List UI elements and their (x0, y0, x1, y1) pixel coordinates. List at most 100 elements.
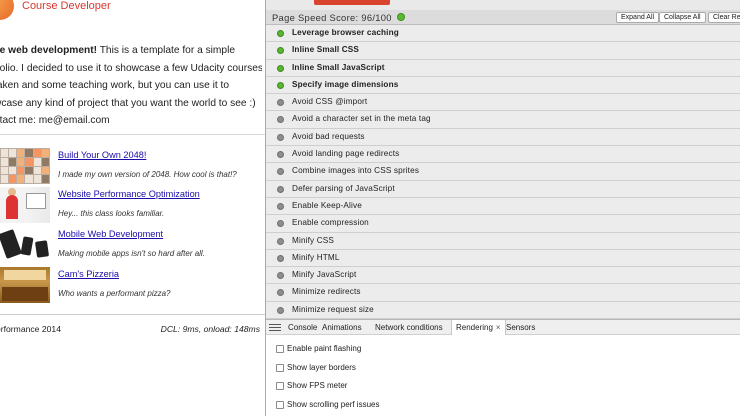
bio-line: ve web development! This is a template f… (0, 42, 262, 60)
rule-label: Minimize redirects (292, 287, 361, 297)
pagespeed-rule-list: Leverage browser caching Inline Small CSS… (266, 25, 740, 320)
project-item: Mobile Web Development Making mobile app… (0, 227, 265, 267)
footer-timing: DCL: 9ms, onload: 148ms (160, 324, 260, 334)
bio-line: ntact me: me@email.com (0, 112, 262, 130)
rule-label: Avoid CSS @import (292, 97, 368, 107)
option-checkbox[interactable] (276, 345, 284, 353)
bio-text: wcase any kind of project that you want … (0, 97, 256, 109)
close-icon[interactable]: × (496, 323, 501, 332)
project-thumbnail-pizzeria[interactable] (0, 267, 50, 303)
rule-label: Defer parsing of JavaScript (292, 183, 395, 193)
bio-line: taken and some teaching work, but you ca… (0, 77, 262, 95)
pass-status-icon (277, 47, 284, 55)
pagespeed-rule-row[interactable]: Avoid a character set in the meta tag (266, 111, 740, 129)
score-status-icon (397, 13, 405, 21)
pagespeed-rule-row[interactable]: Specify image dimensions (266, 76, 740, 95)
info-status-icon (277, 220, 284, 228)
avatar (0, 0, 14, 20)
bio-text: This is a template for a simple (97, 45, 236, 56)
pagespeed-rule-row[interactable]: Leverage browser caching (266, 25, 740, 43)
pagespeed-rule-row[interactable]: Minify JavaScript (266, 267, 740, 285)
project-link[interactable]: Cam's Pizzeria (58, 269, 119, 279)
bio-text: tfolio. I decided to use it to showcase … (0, 62, 262, 74)
info-status-icon (277, 306, 284, 314)
bio-line: wcase any kind of project that you want … (0, 95, 262, 113)
profile-name: Course Developer (22, 0, 111, 12)
project-item: Cam's Pizzeria Who wants a performant pi… (0, 267, 265, 307)
tab-network-conditions[interactable]: Network conditions (375, 323, 443, 332)
rule-label: Minify JavaScript (292, 270, 357, 280)
option-checkbox[interactable] (276, 400, 284, 409)
devtools-panel: Page Speed Score: 96/100 Expand All Coll… (265, 0, 740, 416)
project-link[interactable]: Website Performance Optimization (58, 189, 200, 199)
tab-animations[interactable]: Animations (322, 323, 362, 332)
rule-label: Avoid landing page redirects (292, 149, 400, 159)
rule-label: Minify HTML (292, 252, 340, 262)
option-checkbox[interactable] (276, 382, 284, 391)
pagespeed-header: Page Speed Score: 96/100 Expand All Coll… (266, 10, 740, 25)
pagespeed-rule-row[interactable]: Combine images into CSS sprites (266, 163, 740, 181)
project-item: Website Performance Optimization Hey... … (0, 187, 265, 227)
info-status-icon (277, 237, 284, 245)
rule-label: Enable Keep-Alive (292, 200, 362, 210)
rule-label: Avoid bad requests (292, 131, 365, 141)
info-status-icon (277, 168, 284, 176)
footer-divider (0, 314, 265, 315)
info-status-icon (277, 289, 284, 297)
portfolio-page: Course Developer ve web development! Thi… (0, 0, 265, 416)
project-thumbnail-mobile[interactable] (0, 227, 50, 263)
rule-label: Minify CSS (292, 235, 334, 245)
project-link[interactable]: Build Your Own 2048! (58, 150, 146, 160)
pagespeed-rule-row[interactable]: Enable compression (266, 215, 740, 233)
info-status-icon (277, 272, 284, 280)
option-label[interactable]: Show scrolling perf issues (287, 400, 379, 409)
info-status-icon (277, 202, 284, 210)
project-description: Hey... this class looks familiar. (58, 209, 165, 218)
pass-status-icon (277, 81, 284, 89)
rule-label: Combine images into CSS sprites (292, 166, 420, 176)
pagespeed-rule-row[interactable]: Inline Small JavaScript (266, 59, 740, 77)
bio-line: tfolio. I decided to use it to showcase … (0, 60, 262, 78)
pagespeed-rule-row[interactable]: Minimize request size (266, 301, 740, 320)
tab-console[interactable]: Console (288, 323, 317, 332)
pagespeed-rule-row[interactable]: Inline Small CSS (266, 42, 740, 60)
rule-label: Avoid a character set in the meta tag (292, 114, 431, 124)
option-label[interactable]: Show FPS meter (287, 381, 347, 390)
pagespeed-rule-row[interactable]: Minify CSS (266, 232, 740, 250)
rule-label: Minimize request size (292, 304, 374, 314)
tab-rendering[interactable]: Rendering × (451, 320, 506, 335)
option-label[interactable]: Enable paint flashing (287, 344, 361, 353)
option-label[interactable]: Show layer borders (287, 363, 356, 372)
pass-status-icon (277, 30, 284, 37)
info-status-icon (277, 116, 284, 124)
info-status-icon (277, 99, 284, 107)
rule-label: Specify image dimensions (292, 79, 399, 89)
pagespeed-rule-row[interactable]: Avoid CSS @import (266, 94, 740, 112)
info-status-icon (277, 151, 284, 159)
tab-sensors[interactable]: Sensors (506, 323, 535, 332)
info-status-icon (277, 254, 284, 262)
option-checkbox[interactable] (276, 363, 284, 372)
tab-rendering-label: Rendering (456, 323, 493, 332)
section-divider (0, 134, 265, 135)
bio-emphasis: ve web development! (0, 45, 98, 56)
pagespeed-rule-row[interactable]: Defer parsing of JavaScript (266, 180, 740, 198)
bio-text: taken and some teaching work, but you ca… (0, 80, 230, 91)
project-description: Making mobile apps isn't so hard after a… (58, 249, 205, 258)
pagespeed-rule-row[interactable]: Minimize redirects (266, 284, 740, 302)
pagespeed-rule-row[interactable]: Enable Keep-Alive (266, 197, 740, 216)
collapse-all-button[interactable]: Collapse All (659, 12, 706, 23)
rule-label: Enable compression (292, 218, 369, 228)
pagespeed-rule-row[interactable]: Minify HTML (266, 249, 740, 268)
analyze-button[interactable] (314, 0, 390, 5)
expand-all-button[interactable]: Expand All (616, 12, 660, 23)
clear-results-button[interactable]: Clear Resu (708, 12, 740, 23)
drawer-menu-icon[interactable] (269, 324, 281, 332)
footer-copyright: erformance 2014 (0, 324, 61, 334)
info-status-icon (277, 185, 284, 193)
pagespeed-rule-row[interactable]: Avoid bad requests (266, 128, 740, 147)
project-thumbnail-performance[interactable] (0, 187, 50, 223)
project-thumbnail-2048[interactable] (0, 148, 50, 184)
pagespeed-rule-row[interactable]: Avoid landing page redirects (266, 146, 740, 164)
project-link[interactable]: Mobile Web Development (58, 229, 163, 239)
